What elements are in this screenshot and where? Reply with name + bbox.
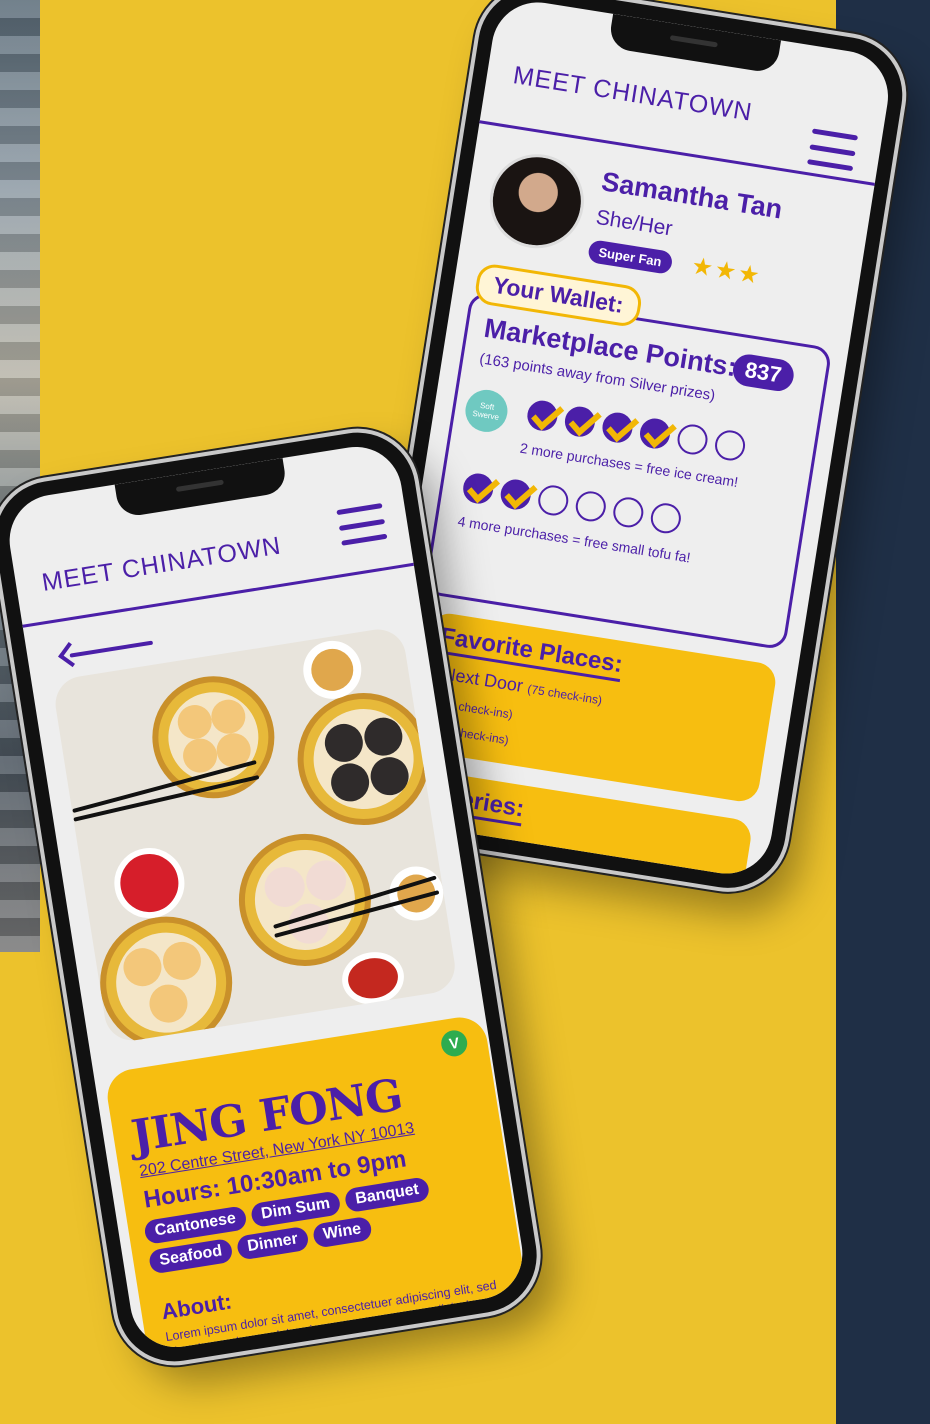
- stamp-check-icon: [637, 416, 673, 451]
- stamp-check-icon: [498, 477, 533, 512]
- sauce-dish: [338, 947, 408, 1009]
- phone-notch: [114, 458, 288, 519]
- stamp-check-icon: [600, 410, 635, 445]
- chopsticks: [73, 775, 260, 822]
- steamer-basket: [90, 907, 242, 1045]
- back-arrow-icon[interactable]: [58, 630, 157, 669]
- points-count-badge: 837: [730, 352, 796, 394]
- avatar[interactable]: [483, 147, 591, 255]
- background-street-photo: [0, 0, 40, 952]
- rating-stars-icon: ★★★: [689, 252, 764, 291]
- tag-seafood[interactable]: Seafood: [147, 1237, 234, 1275]
- stamp-empty-icon: [675, 422, 710, 457]
- steamer-basket: [288, 683, 440, 835]
- favorite-place-name: Next Door: [441, 663, 525, 696]
- tag-wine[interactable]: Wine: [311, 1215, 373, 1249]
- sauce-dish: [109, 843, 190, 924]
- hamburger-menu-icon[interactable]: [336, 503, 388, 546]
- favorite-place-checkins: (75 check-ins): [526, 681, 604, 708]
- status-badge: Super Fan: [587, 239, 674, 275]
- profile-pronouns: She/Her: [594, 205, 675, 241]
- restaurant-photo: [51, 625, 459, 1045]
- tag-banquet[interactable]: Banquet: [343, 1176, 431, 1214]
- stamp-empty-icon: [648, 501, 684, 536]
- stamp-empty-icon: [611, 495, 646, 530]
- stamp-check-icon: [461, 471, 496, 506]
- stamp-empty-icon: [712, 428, 748, 463]
- stamp-check-icon: [562, 404, 598, 439]
- hamburger-menu-icon[interactable]: [807, 128, 859, 172]
- phone-notch: [607, 13, 782, 74]
- shop-logo-icon: Soft Swerve: [462, 386, 511, 435]
- stamp-empty-icon: [536, 483, 571, 518]
- brand-logo[interactable]: MEET CHINATOWN: [511, 61, 754, 127]
- brand-logo[interactable]: MEET CHINATOWN: [40, 532, 283, 598]
- stamp-check-icon: [525, 398, 560, 433]
- stamp-empty-icon: [573, 489, 608, 524]
- wallet-card: Marketplace Points: 837 (163 points away…: [423, 291, 833, 651]
- vegetarian-badge-icon: V: [439, 1028, 470, 1059]
- tag-dinner[interactable]: Dinner: [235, 1225, 310, 1261]
- restaurant-info-card: V JING FONG 202 Centre Street, New York …: [103, 1013, 529, 1354]
